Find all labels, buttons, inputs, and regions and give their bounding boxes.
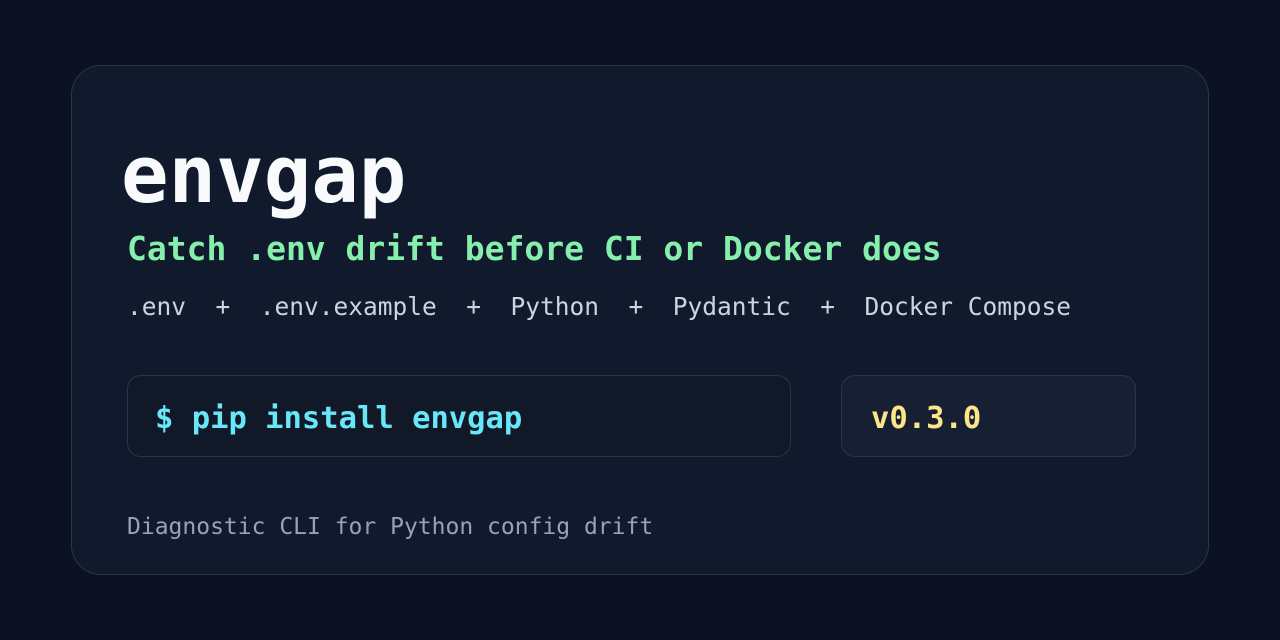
project-title: envgap — [121, 129, 407, 221]
version-label: v0.3.0 — [871, 401, 982, 436]
tech-stack-line: .env + .env.example + Python + Pydantic … — [127, 292, 1072, 321]
install-command: $ pip install envgap — [155, 401, 523, 436]
version-box: v0.3.0 — [841, 375, 1136, 457]
install-command-box: $ pip install envgap — [127, 375, 791, 457]
project-card: envgap Catch .env drift before CI or Doc… — [71, 65, 1209, 575]
tagline: Catch .env drift before CI or Docker doe… — [127, 229, 942, 268]
project-description: Diagnostic CLI for Python config drift — [127, 514, 654, 540]
